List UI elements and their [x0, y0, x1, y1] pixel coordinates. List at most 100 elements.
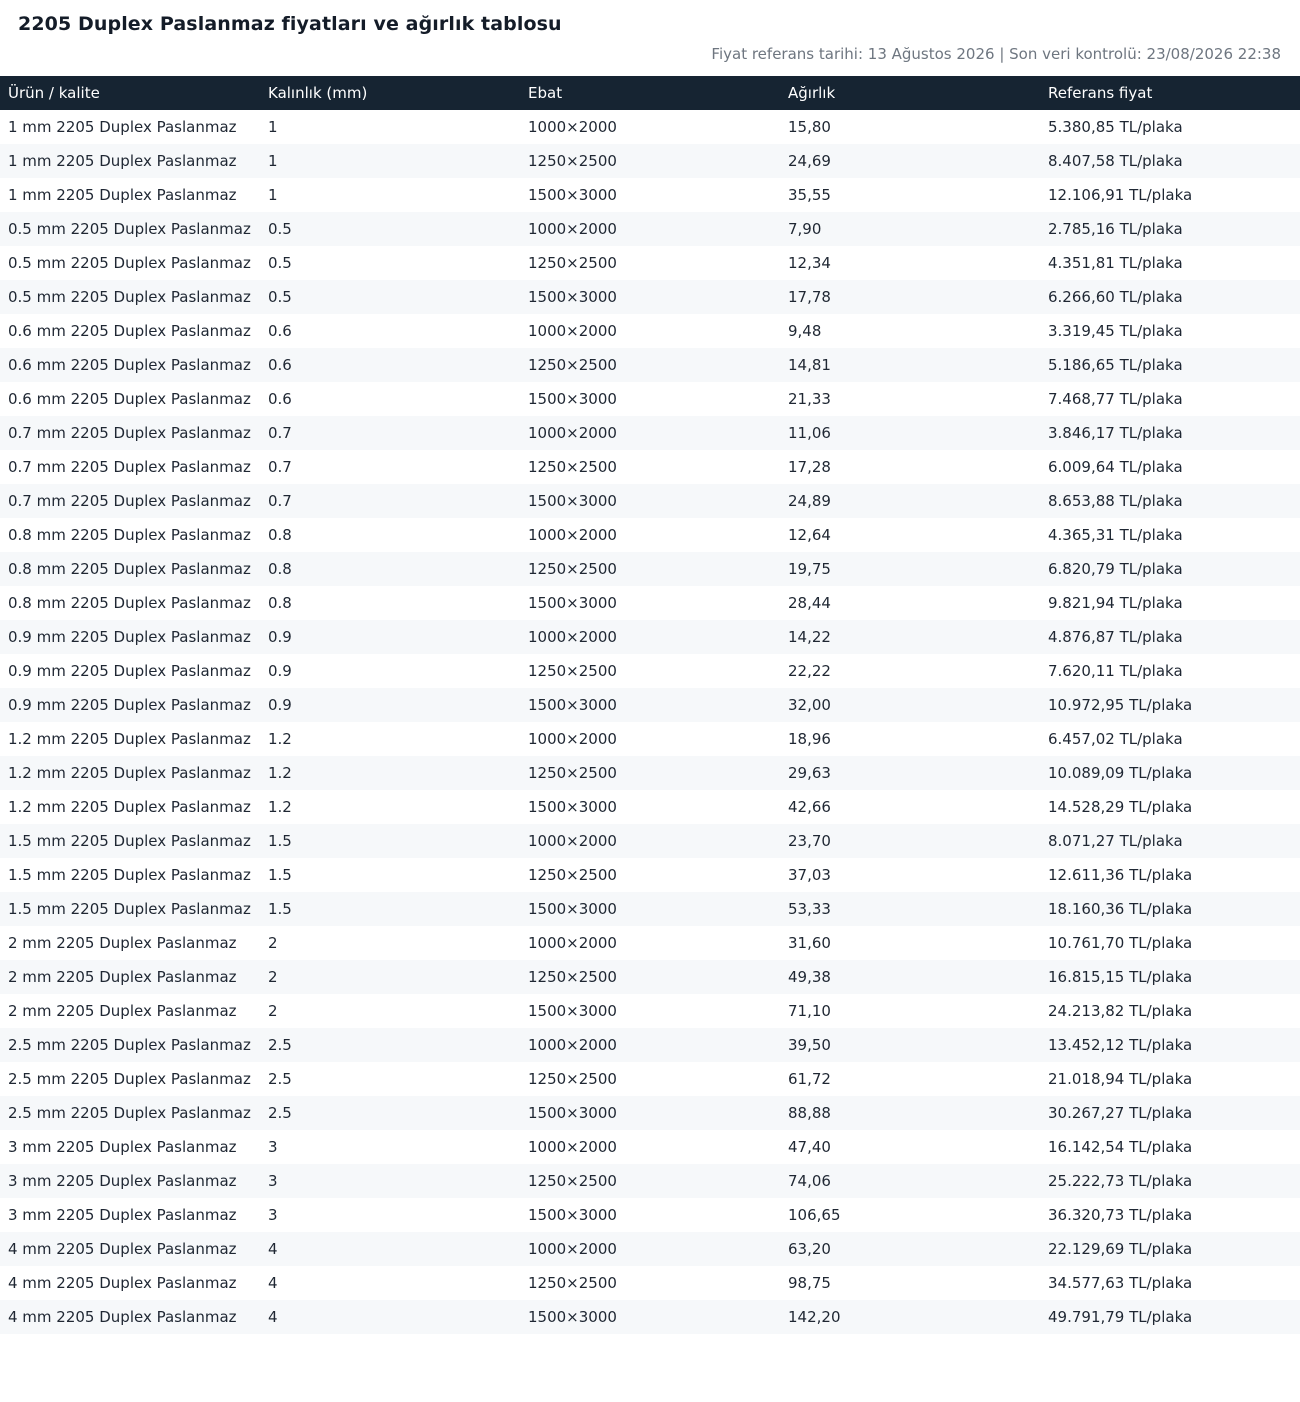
- cell-price: 7.468,77 TL/plaka: [1048, 390, 1183, 408]
- cell-weight: 23,70: [788, 832, 831, 850]
- cell-product: 0.8 mm 2205 Duplex Paslanmaz: [8, 594, 251, 612]
- cell-weight: 24,69: [788, 152, 831, 170]
- cell-product: 1.5 mm 2205 Duplex Paslanmaz: [8, 832, 251, 850]
- cell-size: 1500×3000: [528, 390, 617, 408]
- cell-price: 8.071,27 TL/plaka: [1048, 832, 1183, 850]
- table-row: 1.2 mm 2205 Duplex Paslanmaz 1.2 1500×3000…: [0, 790, 1300, 824]
- cell-weight: 29,63: [788, 764, 831, 782]
- table-row: 0.9 mm 2205 Duplex Paslanmaz 0.9 1500×3000…: [0, 688, 1300, 722]
- cell-size: 1000×2000: [528, 526, 617, 544]
- table-row: 1 mm 2205 Duplex Paslanmaz 1 1000×2000 15,8…: [0, 110, 1300, 144]
- cell-size: 1250×2500: [528, 254, 617, 272]
- cell-size: 1000×2000: [528, 424, 617, 442]
- column-header-thickness[interactable]: Kalınlık (mm): [260, 76, 520, 110]
- cell-weight: 19,75: [788, 560, 831, 578]
- cell-product: 2 mm 2205 Duplex Paslanmaz: [8, 968, 237, 986]
- cell-thickness: 0.9: [268, 696, 292, 714]
- cell-weight: 14,22: [788, 628, 831, 646]
- cell-price: 12.106,91 TL/plaka: [1048, 186, 1193, 204]
- cell-thickness: 0.7: [268, 424, 292, 442]
- table-row: 0.5 mm 2205 Duplex Paslanmaz 0.5 1000×2000…: [0, 212, 1300, 246]
- cell-thickness: 0.7: [268, 458, 292, 476]
- cell-thickness: 2.5: [268, 1070, 292, 1088]
- cell-product: 0.7 mm 2205 Duplex Paslanmaz: [8, 492, 251, 510]
- cell-weight: 24,89: [788, 492, 831, 510]
- cell-product: 1.2 mm 2205 Duplex Paslanmaz: [8, 798, 251, 816]
- table-row: 3 mm 2205 Duplex Paslanmaz 3 1250×2500 74,0…: [0, 1164, 1300, 1198]
- cell-weight: 42,66: [788, 798, 831, 816]
- cell-price: 16.142,54 TL/plaka: [1048, 1138, 1193, 1156]
- cell-product: 0.8 mm 2205 Duplex Paslanmaz: [8, 526, 251, 544]
- table-row: 0.6 mm 2205 Duplex Paslanmaz 0.6 1000×2000…: [0, 314, 1300, 348]
- table-row: 4 mm 2205 Duplex Paslanmaz 4 1000×2000 63,2…: [0, 1232, 1300, 1266]
- cell-product: 0.6 mm 2205 Duplex Paslanmaz: [8, 356, 251, 374]
- cell-thickness: 1: [268, 118, 278, 136]
- table-row: 1.2 mm 2205 Duplex Paslanmaz 1.2 1000×2000…: [0, 722, 1300, 756]
- cell-size: 1000×2000: [528, 1036, 617, 1054]
- column-header-price[interactable]: Referans fiyat: [1040, 76, 1300, 110]
- cell-weight: 12,64: [788, 526, 831, 544]
- cell-thickness: 0.6: [268, 322, 292, 340]
- cell-thickness: 2.5: [268, 1104, 292, 1122]
- column-header-product[interactable]: Ürün / kalite: [0, 76, 260, 110]
- cell-price: 14.528,29 TL/plaka: [1048, 798, 1193, 816]
- cell-product: 1.5 mm 2205 Duplex Paslanmaz: [8, 866, 251, 884]
- table-row: 3 mm 2205 Duplex Paslanmaz 3 1000×2000 47,4…: [0, 1130, 1300, 1164]
- cell-price: 10.761,70 TL/plaka: [1048, 934, 1193, 952]
- cell-product: 0.9 mm 2205 Duplex Paslanmaz: [8, 662, 251, 680]
- cell-price: 4.876,87 TL/plaka: [1048, 628, 1183, 646]
- cell-product: 1.2 mm 2205 Duplex Paslanmaz: [8, 730, 251, 748]
- cell-weight: 37,03: [788, 866, 831, 884]
- cell-size: 1000×2000: [528, 1240, 617, 1258]
- table-row: 3 mm 2205 Duplex Paslanmaz 3 1500×3000 106,…: [0, 1198, 1300, 1232]
- cell-size: 1000×2000: [528, 220, 617, 238]
- table-row: 4 mm 2205 Duplex Paslanmaz 4 1250×2500 98,7…: [0, 1266, 1300, 1300]
- cell-product: 0.5 mm 2205 Duplex Paslanmaz: [8, 220, 251, 238]
- cell-size: 1000×2000: [528, 934, 617, 952]
- cell-thickness: 0.9: [268, 628, 292, 646]
- table-row: 1.5 mm 2205 Duplex Paslanmaz 1.5 1500×3000…: [0, 892, 1300, 926]
- cell-weight: 11,06: [788, 424, 831, 442]
- cell-size: 1500×3000: [528, 798, 617, 816]
- cell-product: 4 mm 2205 Duplex Paslanmaz: [8, 1274, 237, 1292]
- cell-thickness: 0.6: [268, 390, 292, 408]
- cell-product: 2.5 mm 2205 Duplex Paslanmaz: [8, 1070, 251, 1088]
- cell-thickness: 2: [268, 968, 278, 986]
- cell-size: 1000×2000: [528, 832, 617, 850]
- cell-weight: 142,20: [788, 1308, 841, 1326]
- cell-price: 8.653,88 TL/plaka: [1048, 492, 1183, 510]
- cell-product: 0.7 mm 2205 Duplex Paslanmaz: [8, 458, 251, 476]
- cell-weight: 15,80: [788, 118, 831, 136]
- cell-size: 1500×3000: [528, 594, 617, 612]
- cell-price: 16.815,15 TL/plaka: [1048, 968, 1193, 986]
- cell-price: 3.319,45 TL/plaka: [1048, 322, 1183, 340]
- cell-thickness: 2: [268, 934, 278, 952]
- cell-price: 10.089,09 TL/plaka: [1048, 764, 1193, 782]
- cell-size: 1000×2000: [528, 628, 617, 646]
- cell-size: 1250×2500: [528, 968, 617, 986]
- cell-weight: 9,48: [788, 322, 822, 340]
- cell-price: 3.846,17 TL/plaka: [1048, 424, 1183, 442]
- cell-weight: 22,22: [788, 662, 831, 680]
- column-header-weight[interactable]: Ağırlık: [780, 76, 1040, 110]
- cell-product: 0.7 mm 2205 Duplex Paslanmaz: [8, 424, 251, 442]
- table-row: 1 mm 2205 Duplex Paslanmaz 1 1250×2500 24,6…: [0, 144, 1300, 178]
- cell-price: 24.213,82 TL/plaka: [1048, 1002, 1193, 1020]
- cell-weight: 88,88: [788, 1104, 831, 1122]
- cell-thickness: 0.6: [268, 356, 292, 374]
- cell-size: 1500×3000: [528, 492, 617, 510]
- cell-product: 0.9 mm 2205 Duplex Paslanmaz: [8, 696, 251, 714]
- cell-size: 1500×3000: [528, 1104, 617, 1122]
- cell-product: 1.5 mm 2205 Duplex Paslanmaz: [8, 900, 251, 918]
- cell-size: 1500×3000: [528, 1308, 617, 1326]
- cell-thickness: 1.5: [268, 866, 292, 884]
- cell-size: 1000×2000: [528, 322, 617, 340]
- cell-size: 1500×3000: [528, 1206, 617, 1224]
- cell-thickness: 0.8: [268, 594, 292, 612]
- cell-product: 2 mm 2205 Duplex Paslanmaz: [8, 1002, 237, 1020]
- cell-thickness: 1.2: [268, 730, 292, 748]
- cell-thickness: 4: [268, 1240, 278, 1258]
- table-row: 0.8 mm 2205 Duplex Paslanmaz 0.8 1000×2000…: [0, 518, 1300, 552]
- cell-weight: 17,78: [788, 288, 831, 306]
- column-header-size[interactable]: Ebat: [520, 76, 780, 110]
